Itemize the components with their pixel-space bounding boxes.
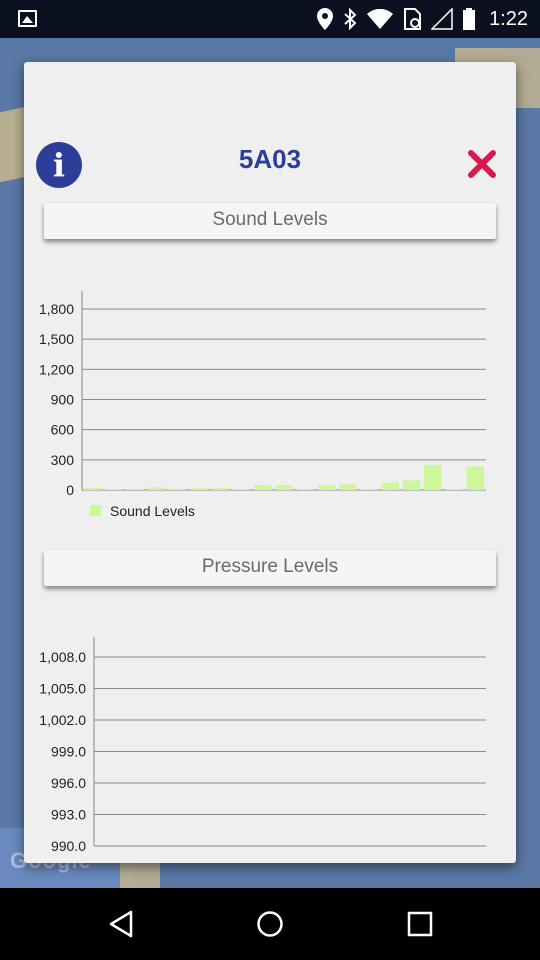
status-bar: 1:22 [0,0,540,38]
battery-icon [463,8,476,30]
bar [105,489,123,490]
y-tick-label: 1,500 [39,331,74,347]
y-tick-label: 900 [51,392,75,408]
bar [254,484,272,490]
bar [381,482,400,490]
wifi-icon [367,9,394,29]
bar [168,488,187,490]
bar [360,488,378,490]
home-icon[interactable] [256,910,284,938]
bar [402,480,421,490]
y-tick-label: 1,008.0 [39,649,86,665]
bluetooth-icon [344,8,357,30]
y-tick-label: 1,200 [39,361,74,377]
y-tick-label: 996.0 [51,775,86,791]
y-tick-label: 993.0 [51,807,86,823]
location-icon [317,8,334,30]
pressure-levels-button[interactable]: Pressure Levels [44,550,496,586]
signal-icon [431,8,453,30]
sensor-dialog: i 5A03 Sound Levels 0 300 600 900 1,200 1,500… [24,62,516,863]
sound-levels-chart: 0 300 600 900 1,200 1,500 1,800 Sound Levels [39,291,486,519]
bar [147,487,166,490]
bar [211,487,229,490]
pressure-levels-chart: 990.0 993.0 996.0 999.0 1,002.0 1,005.0 1,008.… [39,637,486,854]
legend-label: Sound Levels [110,503,195,519]
bar [317,485,336,490]
y-tick-label: 600 [51,422,75,438]
nfc-sim-icon [404,8,422,30]
back-icon[interactable] [108,910,134,938]
bar [190,488,208,490]
bar [445,489,463,490]
bar [126,488,144,490]
navigation-bar [0,888,540,960]
bar [339,484,357,490]
bar [83,487,102,490]
dialog-title: 5A03 [238,144,302,174]
bar [466,466,485,490]
status-time: 1:22 [489,7,528,30]
bar [296,488,314,490]
y-tick-label: 1,005.0 [39,681,86,697]
gallery-icon [18,10,37,27]
bar [275,484,293,490]
close-icon[interactable] [466,148,498,180]
y-tick-label: 300 [51,452,75,468]
y-tick-label: 0 [66,482,74,498]
legend-swatch [90,505,101,516]
bar [232,489,251,490]
y-tick-label: 1,800 [39,301,74,317]
recents-icon[interactable] [407,911,433,937]
sound-levels-button[interactable]: Sound Levels [44,203,496,239]
y-tick-label: 990.0 [51,838,86,854]
bar [424,464,442,490]
y-tick-label: 1,002.0 [39,712,86,728]
y-tick-label: 999.0 [51,744,86,760]
